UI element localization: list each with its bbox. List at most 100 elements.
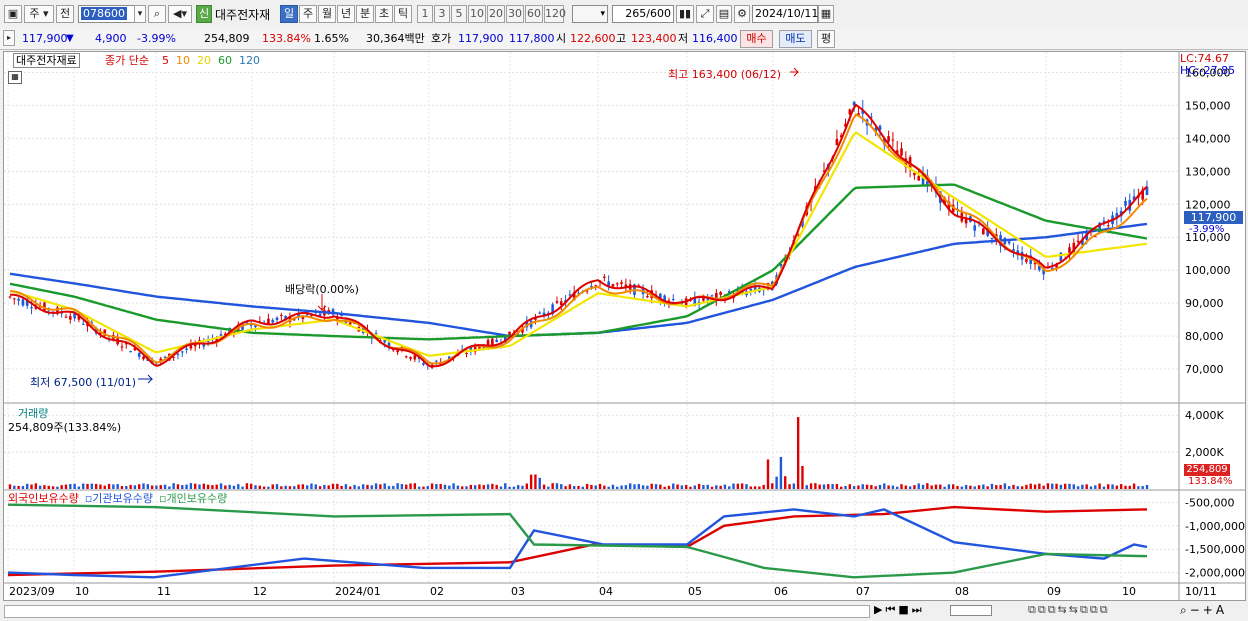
prev-button[interactable]: 전 xyxy=(56,5,74,23)
ma-line-10 xyxy=(10,113,1148,365)
volume-bar xyxy=(891,485,895,489)
timeframe-tab-0[interactable]: 일 xyxy=(280,5,298,23)
interval-tab-5[interactable]: 30 xyxy=(506,5,524,23)
volume-bar xyxy=(973,486,976,489)
count-field[interactable]: 265/600 xyxy=(612,5,674,23)
timeframe-tab-5[interactable]: 초 xyxy=(375,5,393,23)
volume-bar xyxy=(947,484,951,489)
candle-body xyxy=(990,237,994,240)
timeframe-tab-1[interactable]: 주 xyxy=(299,5,317,23)
volume-bar xyxy=(624,485,628,489)
volume-bar xyxy=(715,485,718,489)
down-arrow-icon: ▼ xyxy=(66,33,74,44)
volume-bar xyxy=(26,483,29,489)
timeframe-tab-2[interactable]: 월 xyxy=(318,5,336,23)
volume-bar xyxy=(107,483,111,489)
timeframe-tab-6[interactable]: 틱 xyxy=(394,5,412,23)
tool-icons[interactable]: ⧉⧉⧉⇆⇆⧉⧉⧉ xyxy=(1028,603,1110,617)
calendar-icon[interactable]: ▦ xyxy=(818,5,834,23)
interval-tab-7[interactable]: 120 xyxy=(544,5,566,23)
volume-bar xyxy=(17,485,20,489)
buy-button[interactable]: 매수 xyxy=(740,30,773,48)
timeframe-tab-3[interactable]: 년 xyxy=(337,5,355,23)
volume-ratio: 133.84% xyxy=(262,32,311,45)
save-icon[interactable]: ▤ xyxy=(716,5,732,23)
volume-bar xyxy=(452,483,455,489)
price-y-tick: 70,000 xyxy=(1185,363,1224,376)
volume-bar xyxy=(374,483,378,489)
timeframe-tab-4[interactable]: 분 xyxy=(356,5,374,23)
volume-bar xyxy=(921,484,925,489)
candle-body xyxy=(1106,225,1110,227)
volume-bar xyxy=(439,484,442,489)
period-mode-select[interactable]: 주 ▾ xyxy=(24,5,54,23)
volume-bar xyxy=(796,417,800,489)
volume-bar xyxy=(262,486,266,489)
zoom-controls[interactable]: ⌕−+A xyxy=(1180,603,1227,618)
chart-scrollbar[interactable] xyxy=(4,605,870,618)
interval-custom-select[interactable]: ▾ xyxy=(572,5,608,23)
open-label: 시 xyxy=(556,32,567,45)
chevron-down-icon[interactable]: ▾ xyxy=(134,5,146,23)
volume-bar xyxy=(318,486,322,489)
interval-tab-1[interactable]: 3 xyxy=(434,5,450,23)
candle-body xyxy=(1124,200,1127,206)
window-menu-icon[interactable]: ▣ xyxy=(4,5,22,23)
foreign-holding-line xyxy=(7,505,1148,577)
candle-body xyxy=(280,314,283,316)
volume-bar xyxy=(943,486,946,489)
gear-icon[interactable]: ⚙ xyxy=(734,5,750,23)
date-input[interactable]: 2024/10/11 xyxy=(752,5,818,23)
toolbar: ▣ 주 ▾ 전 078600 ▾ ⌕ ◀▾ 신 대주전자재 일주월년분초틱 13… xyxy=(0,0,1248,30)
x-tick-label: 02 xyxy=(430,585,444,598)
zoom-slider[interactable] xyxy=(950,605,992,616)
interval-tab-3[interactable]: 10 xyxy=(468,5,486,23)
current-price-tag: 117,900 xyxy=(1184,211,1243,224)
volume-bar xyxy=(728,486,731,489)
search-icon[interactable]: ⌕ xyxy=(148,5,166,23)
candle-body xyxy=(624,284,628,287)
volume-bar xyxy=(560,484,563,489)
volume-bar xyxy=(185,484,188,489)
volume-bar xyxy=(603,485,606,489)
volume-bar xyxy=(1089,486,1093,489)
grid-toggle-icon[interactable]: ▦ xyxy=(8,71,22,84)
chart-area[interactable]: 2023/09 10 11 12 2024/01 02 03 04 05 06 07 08 09 10 10… xyxy=(3,51,1246,601)
stock-name-tag[interactable]: 대주전자재료 xyxy=(13,53,80,68)
avg-button[interactable]: 평 xyxy=(817,30,835,48)
interval-tab-0[interactable]: 1 xyxy=(417,5,433,23)
volume-bar xyxy=(1029,483,1032,489)
candle-body xyxy=(646,295,649,298)
volume-y-tick: 2,000K xyxy=(1185,446,1224,459)
draw-tool-icon[interactable]: ⤢ xyxy=(696,5,714,23)
volume-bar xyxy=(249,483,253,489)
volume-bar xyxy=(740,483,744,489)
shin-badge[interactable]: 신 xyxy=(196,5,212,23)
scroll-controls[interactable]: ▶⏮■⏭ xyxy=(874,603,925,617)
candle-type-icon[interactable]: ▮▮ xyxy=(676,5,694,23)
speaker-icon[interactable]: ◀▾ xyxy=(168,5,192,23)
volume-bar xyxy=(64,484,68,489)
volume-bar xyxy=(1025,484,1028,489)
volume-bar xyxy=(77,486,81,489)
volume-bar xyxy=(710,486,714,489)
candle-body xyxy=(465,352,468,354)
volume-bar xyxy=(34,483,38,489)
volume-bar xyxy=(491,483,494,489)
volume-bar xyxy=(934,484,938,489)
candle-body xyxy=(8,296,12,298)
volume-bar xyxy=(1068,483,1071,489)
volume-bar xyxy=(51,486,55,489)
volume-bar xyxy=(1076,486,1080,489)
volume-bar xyxy=(848,484,852,489)
candle-body xyxy=(185,348,188,350)
interval-tab-6[interactable]: 60 xyxy=(525,5,543,23)
expand-icon[interactable]: ▸ xyxy=(3,30,15,46)
volume-bar xyxy=(280,486,283,489)
volume-bar xyxy=(189,483,193,489)
interval-tab-2[interactable]: 5 xyxy=(451,5,467,23)
candle-body xyxy=(538,312,542,314)
interval-tab-4[interactable]: 20 xyxy=(487,5,505,23)
sell-button[interactable]: 매도 xyxy=(779,30,812,48)
x-tick-label: 06 xyxy=(774,585,788,598)
